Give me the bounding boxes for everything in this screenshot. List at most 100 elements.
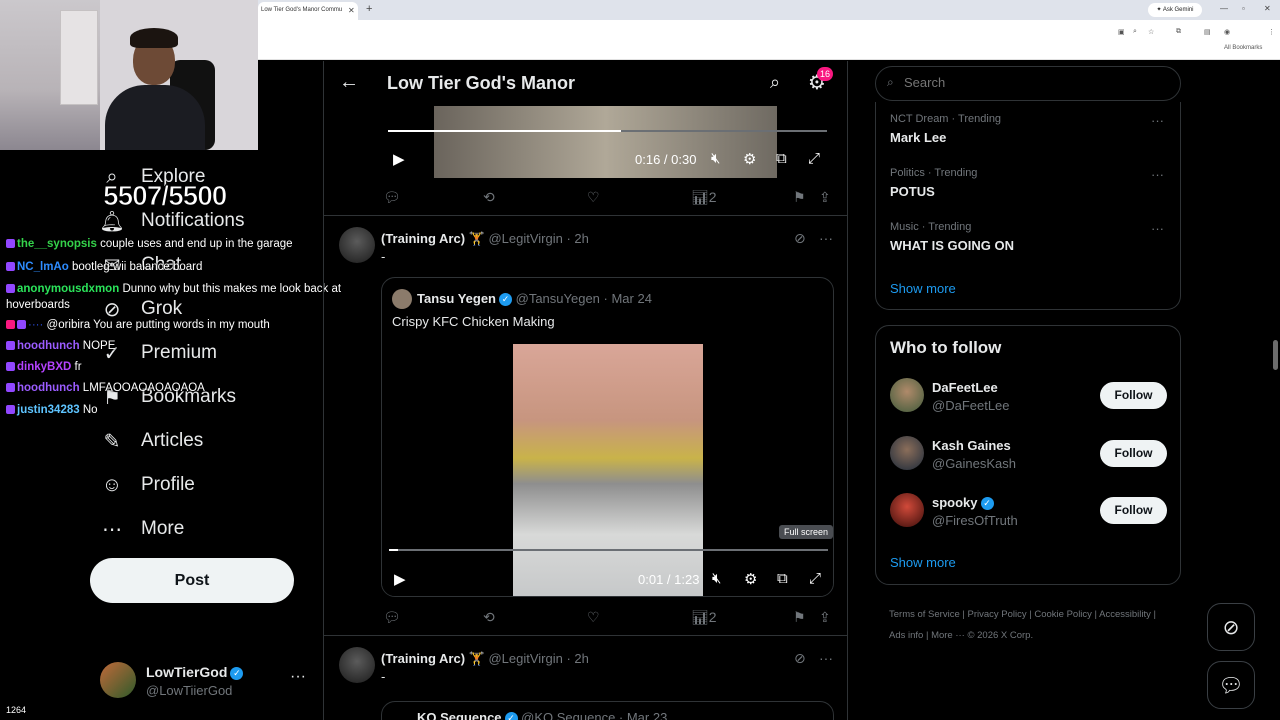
close-icon[interactable]: ✕	[348, 6, 355, 15]
like-icon[interactable]: ♡	[587, 189, 600, 206]
follow-name[interactable]: DaFeetLee	[932, 380, 998, 395]
trend-name[interactable]: Mark Lee	[890, 130, 946, 145]
account-switcher[interactable]: LowTierGod ✓ @LowTiierGod ···	[100, 660, 310, 704]
more-icon[interactable]: ···	[819, 230, 833, 246]
grok-icon[interactable]: ⊘	[794, 650, 806, 667]
trend-name[interactable]: POTUS	[890, 184, 935, 199]
share-icon[interactable]: ⇪	[819, 609, 831, 626]
fullscreen-icon[interactable]: ⤢	[809, 570, 821, 587]
views-count[interactable]: 📊︎ 2	[691, 189, 717, 206]
sidebar-icon[interactable]: ▤	[1204, 28, 1211, 36]
verified-icon: ✓	[504, 712, 518, 720]
nav-premium[interactable]: ✓ Premium	[100, 338, 217, 368]
avatar[interactable]	[890, 378, 924, 412]
video-progress-fill	[388, 130, 621, 132]
pip-icon[interactable]: ⧉	[776, 150, 787, 167]
follow-button[interactable]: Follow	[1100, 382, 1167, 409]
minimize-icon[interactable]: —	[1220, 4, 1228, 13]
menu-icon[interactable]: ⋮	[1268, 28, 1275, 36]
nav-articles[interactable]: ✎ Articles	[100, 426, 204, 456]
bookmark-icon[interactable]: ⚑	[793, 609, 806, 626]
nav-more[interactable]: ⋯ More	[100, 514, 184, 544]
nav-label: Articles	[141, 430, 204, 451]
messages-fab[interactable]: 💬︎	[1207, 661, 1255, 709]
follow-button[interactable]: Follow	[1100, 497, 1167, 524]
scrollbar[interactable]	[1273, 340, 1278, 370]
show-more-link[interactable]: Show more	[890, 555, 956, 570]
account-handle: @LowTiierGod	[146, 683, 233, 698]
grok-fab[interactable]: ⊘	[1207, 603, 1255, 651]
puzzle-icon[interactable]: ⧉	[1176, 28, 1181, 36]
follow-name[interactable]: spooky ✓	[932, 495, 994, 511]
avatar[interactable]	[890, 493, 924, 527]
cam-hair	[130, 28, 178, 48]
nav-label: More	[141, 518, 185, 539]
video-progress[interactable]	[389, 549, 828, 551]
fullscreen-tooltip: Full screen	[779, 525, 833, 539]
more-icon[interactable]: ···	[1151, 221, 1164, 236]
reply-icon[interactable]: 💬︎	[383, 189, 401, 206]
fullscreen-icon[interactable]: ⤢	[808, 150, 820, 167]
bookmark-icon[interactable]: ⚑	[793, 189, 806, 206]
post-button[interactable]: Post	[90, 558, 294, 603]
like-icon[interactable]: ♡	[587, 609, 600, 626]
footer-links[interactable]: Terms of Service | Privacy Policy | Cook…	[889, 604, 1169, 646]
new-tab-button[interactable]: +	[366, 3, 372, 15]
close-window-icon[interactable]: ✕	[1264, 4, 1271, 13]
search-icon[interactable]: ⌕	[770, 72, 780, 93]
divider	[324, 215, 847, 216]
browser-tab[interactable]: Low Tier God's Manor Commu ✕	[258, 2, 358, 20]
divider	[324, 635, 847, 636]
views-count[interactable]: 📊︎ 2	[691, 609, 717, 626]
trend-name[interactable]: WHAT IS GOING ON	[890, 238, 1014, 253]
search-input[interactable]	[904, 75, 1164, 90]
follow-button[interactable]: Follow	[1100, 440, 1167, 467]
quoted-tweet[interactable]: Tansu Yegen ✓ @TansuYegen · Mar 24 Crispy…	[381, 277, 834, 597]
more-icon[interactable]: ···	[1151, 167, 1164, 182]
video-player[interactable]: Full screen ▶ 0:01 / 1:23 🔇︎ ⚙ ⧉ ⤢	[382, 344, 833, 596]
settings-icon[interactable]: ⚙	[743, 150, 756, 168]
profile-icon[interactable]: ◉	[1224, 28, 1230, 36]
chat-line: justin34283 No	[6, 404, 98, 416]
mute-icon[interactable]: 🔇︎	[712, 570, 721, 587]
play-icon[interactable]: ▶	[394, 570, 406, 588]
video-frame	[513, 344, 703, 596]
avatar[interactable]	[339, 647, 375, 683]
retweet-icon[interactable]: ⟲	[483, 609, 495, 626]
video-progress[interactable]	[388, 130, 827, 132]
star-icon[interactable]: ☆	[1148, 28, 1154, 36]
show-more-link[interactable]: Show more	[890, 281, 956, 296]
more-icon[interactable]: ···	[819, 650, 833, 666]
avatar[interactable]	[339, 227, 375, 263]
back-arrow-icon[interactable]: ←	[339, 71, 359, 94]
pip-icon[interactable]: ⧉	[777, 570, 788, 587]
chat-line: the__synopsis couple uses and end up in …	[6, 238, 293, 250]
badge-icon	[6, 262, 15, 272]
tweet-author[interactable]: (Training Arc) 🏋 @LegitVirgin · 2h	[381, 231, 589, 247]
settings-icon[interactable]: ⚙	[744, 570, 757, 588]
extension-icon[interactable]: ▣	[1118, 28, 1125, 36]
browser-toolbar: ▣ ⌕ ☆ ⧉ ▤ ◉ ⋮ All Bookmarks	[258, 20, 1280, 60]
tweet-author[interactable]: (Training Arc) 🏋 @LegitVirgin · 2h	[381, 651, 589, 667]
badge-icon	[6, 362, 15, 372]
video-frame	[434, 106, 777, 178]
zoom-icon[interactable]: ⌕	[1133, 28, 1137, 36]
more-icon[interactable]: ···	[1151, 113, 1164, 128]
quoted-tweet[interactable]: KO Sequence ✓ @KO Sequence · Mar 23	[381, 701, 834, 720]
all-bookmarks[interactable]: All Bookmarks	[1224, 45, 1262, 51]
video-player[interactable]: ▶ 0:16 / 0:30 🔇︎ ⚙ ⧉ ⤢	[381, 106, 834, 178]
grok-icon[interactable]: ⊘	[794, 230, 806, 247]
reply-icon[interactable]: 💬︎	[383, 609, 401, 626]
avatar[interactable]	[890, 436, 924, 470]
sub-goal-counter: 5507/5500	[102, 180, 227, 212]
restore-icon[interactable]: ▫	[1242, 4, 1245, 13]
follow-name[interactable]: Kash Gaines	[932, 438, 1011, 453]
share-icon[interactable]: ⇪	[819, 189, 831, 206]
nav-profile[interactable]: ☺ Profile	[100, 470, 195, 500]
search-box[interactable]: ⌕	[875, 66, 1181, 101]
more-icon[interactable]: ···	[290, 668, 306, 686]
retweet-icon[interactable]: ⟲	[483, 189, 495, 206]
play-icon[interactable]: ▶	[393, 150, 405, 168]
mute-icon[interactable]: 🔇︎	[711, 150, 720, 167]
ask-gemini-button[interactable]: ✦ Ask Gemini	[1148, 3, 1202, 17]
